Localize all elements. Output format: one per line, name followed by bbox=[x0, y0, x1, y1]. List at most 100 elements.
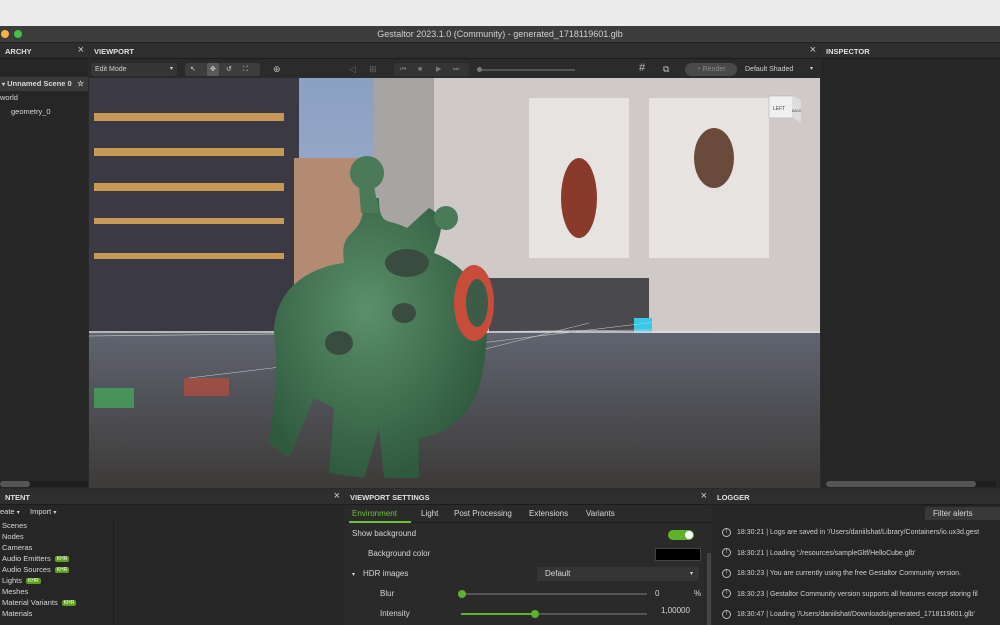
log-row[interactable]: ! 18:30:21 | Loading ':/resources/sampleG… bbox=[722, 544, 1000, 564]
tree-item-scene[interactable]: ▾ Unnamed Scene 0 ☆ bbox=[0, 77, 88, 91]
hierarchy-tree: ▾ Unnamed Scene 0 ☆ world geometry_0 bbox=[0, 59, 88, 488]
close-icon[interactable]: × bbox=[701, 490, 707, 502]
settings-tabs: Environment Light Post Processing Extens… bbox=[345, 505, 711, 523]
play-icon[interactable]: ▶ bbox=[436, 63, 441, 76]
close-icon[interactable]: × bbox=[810, 44, 816, 56]
chevron-down-icon: ▾ bbox=[809, 66, 813, 72]
tree-item-world[interactable]: world bbox=[0, 91, 88, 105]
filter-alerts-input[interactable]: Filter alerts bbox=[925, 507, 1000, 520]
stop-icon[interactable]: ■ bbox=[418, 63, 422, 76]
mode-select[interactable]: Edit Mode ▾ bbox=[91, 63, 177, 76]
rotate-icon[interactable]: ↺ bbox=[226, 63, 232, 76]
transform-tools: ↖ ✥ ↺ ⛶ bbox=[185, 63, 260, 76]
tab-extensions[interactable]: Extensions bbox=[529, 509, 568, 518]
info-icon: ! bbox=[722, 609, 731, 619]
tree-item-geometry[interactable]: geometry_0 bbox=[0, 105, 88, 119]
log-text: 18:30:21 | Loading ':/resources/sampleGl… bbox=[737, 549, 916, 557]
info-icon: ! bbox=[722, 548, 731, 558]
intensity-label: Intensity bbox=[380, 609, 410, 618]
viewport-canvas[interactable]: LEFT BACK bbox=[89, 78, 820, 488]
intensity-slider[interactable] bbox=[461, 610, 647, 618]
chevron-down-icon: ▾ bbox=[53, 510, 57, 516]
khr-badge: KHR bbox=[26, 578, 41, 585]
content-item[interactable]: Material Variants KHR bbox=[0, 597, 113, 608]
log-row[interactable]: ! 18:30:47 | Loading '/Users/daniilshat/D… bbox=[722, 605, 1000, 625]
khr-badge: KHR bbox=[61, 600, 77, 607]
close-icon[interactable]: × bbox=[78, 44, 84, 56]
inspector-panel-header: INSPECTOR bbox=[821, 43, 1000, 59]
logger-title: LOGGER bbox=[717, 493, 750, 502]
log-row[interactable]: ! 18:30:23 | Gestaltor Community version … bbox=[722, 585, 1000, 605]
blur-value[interactable]: 0 bbox=[655, 584, 659, 604]
chevron-down-icon: ▾ bbox=[2, 82, 6, 88]
camera-icon[interactable]: ⊞ bbox=[369, 63, 377, 76]
intensity-value[interactable]: 1,00000 bbox=[661, 601, 690, 621]
content-item[interactable]: Audio Sources KHR bbox=[0, 564, 113, 575]
inspector-title: INSPECTOR bbox=[826, 47, 870, 56]
khr-badge: KHR bbox=[54, 567, 70, 574]
viewport-title: VIEWPORT bbox=[94, 47, 135, 56]
tab-light[interactable]: Light bbox=[421, 509, 438, 518]
inspector-body bbox=[821, 59, 1000, 488]
content-item[interactable]: Cameras bbox=[0, 542, 113, 553]
hierarchy-scrollbar[interactable] bbox=[0, 481, 88, 487]
timeline-slider[interactable] bbox=[477, 67, 575, 72]
render-button[interactable]: ◔ Render bbox=[685, 63, 737, 76]
content-item[interactable]: Materials bbox=[0, 608, 113, 619]
hdr-images-row[interactable]: ▾ HDR images bbox=[352, 564, 408, 584]
blur-slider[interactable] bbox=[458, 590, 647, 598]
log-row[interactable]: ! 18:30:23 | You are currently using the … bbox=[722, 564, 1000, 584]
grid-icon[interactable]: # bbox=[639, 62, 645, 75]
info-icon: ! bbox=[722, 589, 731, 599]
move-icon[interactable]: ✥ bbox=[207, 63, 219, 76]
cube-face-left-label: LEFT bbox=[773, 106, 785, 112]
content-list: Scenes Nodes Cameras Audio Emitters KHR Audio… bbox=[0, 520, 114, 625]
inspector-scrollbar[interactable] bbox=[826, 481, 996, 487]
chevron-down-icon: ▾ bbox=[16, 510, 20, 516]
content-item[interactable]: Audio Emitters KHR bbox=[0, 553, 113, 564]
log-row[interactable]: ! 18:30:21 | Logs are saved in '/Users/da… bbox=[722, 523, 1000, 543]
content-panel-header: NTENT × bbox=[0, 489, 344, 505]
blur-label: Blur bbox=[380, 589, 395, 598]
scale-icon[interactable]: ⛶ bbox=[243, 63, 248, 76]
settings-title: VIEWPORT SETTINGS bbox=[350, 493, 430, 502]
wall-ornament bbox=[561, 158, 597, 238]
content-item[interactable]: Lights KHR bbox=[0, 575, 113, 586]
content-item[interactable]: Scenes bbox=[0, 520, 113, 531]
create-menu[interactable]: eate ▾ bbox=[0, 507, 20, 516]
shading-select[interactable]: Default Shaded ▾ bbox=[741, 63, 817, 76]
star-icon[interactable]: ☆ bbox=[77, 77, 84, 91]
playback-controls: ⏮ ■ ▶ ⏭ bbox=[394, 63, 469, 76]
viewport-toolbar: Edit Mode ▾ ↖ ✥ ↺ ⛶ ⊕ ◁ ⊞ ⏮ ■ ▶ ⏭ # ⧉ ◔ R… bbox=[89, 60, 820, 79]
info-icon: ! bbox=[722, 568, 731, 578]
view-cube[interactable]: LEFT BACK bbox=[768, 95, 802, 122]
settings-scrollbar[interactable] bbox=[707, 553, 711, 625]
select-cursor-icon[interactable]: ↖ bbox=[190, 63, 196, 76]
chevron-down-icon: ▾ bbox=[689, 571, 693, 577]
background-color-swatch[interactable] bbox=[655, 548, 701, 561]
show-background-label: Show background bbox=[352, 529, 417, 538]
log-text: 18:30:47 | Loading '/Users/daniilshat/Do… bbox=[737, 611, 975, 618]
title-bar: Gestaltor 2023.1.0 (Community) - generat… bbox=[0, 26, 1000, 43]
speaker-icon[interactable]: ◁ bbox=[349, 63, 356, 76]
content-item[interactable]: Nodes bbox=[0, 531, 113, 542]
viewport-panel-header: VIEWPORT × bbox=[89, 43, 820, 59]
khr-badge: KHR bbox=[54, 556, 70, 563]
cube-view-icon[interactable]: ⧉ bbox=[663, 63, 669, 76]
close-icon[interactable]: × bbox=[334, 490, 340, 502]
tab-variants[interactable]: Variants bbox=[586, 509, 615, 518]
settings-body: Environment Light Post Processing Extens… bbox=[345, 505, 711, 625]
logger-panel-header: LOGGER bbox=[712, 489, 1000, 505]
skip-forward-icon[interactable]: ⏭ bbox=[453, 63, 459, 76]
settings-panel-header: VIEWPORT SETTINGS × bbox=[345, 489, 711, 505]
log-text: 18:30:21 | Logs are saved in '/Users/dan… bbox=[737, 529, 980, 536]
import-menu[interactable]: Import ▾ bbox=[30, 507, 56, 516]
hdr-select[interactable]: Default ▾ bbox=[537, 567, 699, 581]
info-icon: ! bbox=[722, 527, 731, 537]
tab-post-processing[interactable]: Post Processing bbox=[454, 509, 512, 518]
tab-environment[interactable]: Environment bbox=[352, 509, 397, 518]
content-item[interactable]: Meshes bbox=[0, 586, 113, 597]
show-background-toggle[interactable] bbox=[668, 530, 694, 540]
skip-back-icon[interactable]: ⏮ bbox=[400, 63, 406, 76]
globe-icon[interactable]: ⊕ bbox=[273, 63, 281, 76]
